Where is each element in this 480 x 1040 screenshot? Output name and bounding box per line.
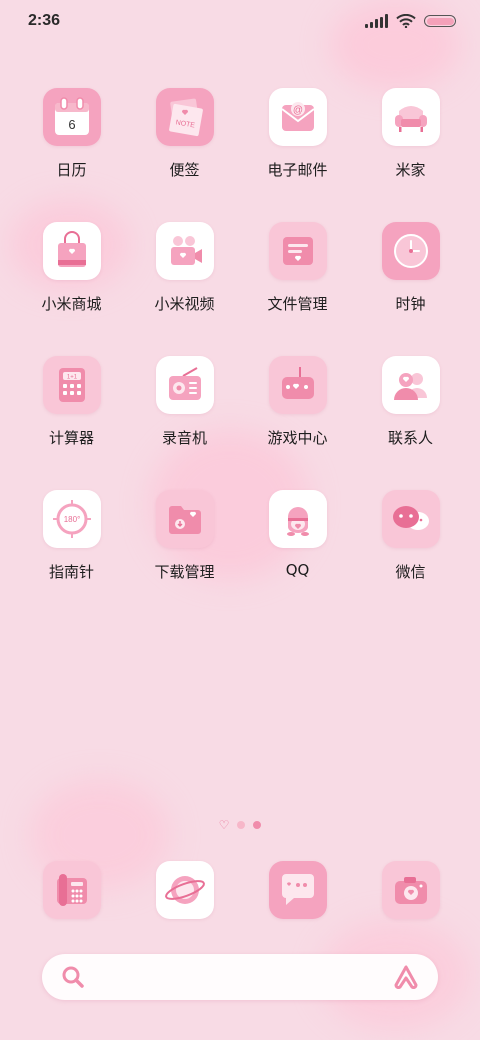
app-label: 录音机 (161, 429, 207, 447)
app-label: 计算器 (48, 429, 94, 447)
status-bar: 2:36 (0, 0, 480, 42)
video-camera-icon (155, 222, 214, 280)
compass-icon: 180° (42, 490, 101, 548)
calendar-day-number: 6 (68, 117, 75, 132)
page-indicator: ♡ (0, 819, 480, 831)
wifi-icon (396, 14, 416, 28)
app-calculator[interactable]: 1+1 计算器 (15, 356, 128, 448)
app-label: 日历 (56, 161, 87, 179)
calendar-icon: 6 (42, 88, 101, 146)
dock-messages[interactable] (241, 861, 354, 919)
clock-icon (381, 222, 440, 280)
status-time: 2:36 (28, 12, 61, 29)
page-dot[interactable] (237, 821, 246, 829)
app-game-center[interactable]: 游戏中心 (241, 356, 354, 448)
app-label: QQ (285, 561, 310, 579)
contacts-icon (381, 356, 440, 414)
app-label: 米家 (395, 161, 426, 179)
assistant-icon[interactable] (392, 964, 420, 990)
notes-icon: NOTE (155, 88, 214, 146)
folder-icon (268, 222, 327, 280)
app-recorder[interactable]: 录音机 (128, 356, 241, 448)
app-notes[interactable]: NOTE 便签 (128, 88, 241, 180)
phone-icon (42, 861, 101, 919)
app-clock[interactable]: 时钟 (354, 222, 467, 314)
app-file-manager[interactable]: 文件管理 (241, 222, 354, 314)
download-folder-icon (155, 490, 214, 548)
qq-penguin-icon (268, 490, 327, 548)
dock-camera[interactable] (354, 861, 467, 919)
status-icons (365, 14, 456, 28)
browser-planet-icon (155, 861, 214, 919)
search-icon (62, 966, 84, 988)
sofa-icon (381, 88, 440, 146)
search-bar[interactable] (42, 954, 438, 1000)
svg-text:@: @ (292, 105, 302, 116)
app-grid: 6 日历 NOTE 便签 @ 电子邮件 米家 小米商城 小米视频 文件管理 时钟… (0, 88, 480, 582)
dock (0, 861, 480, 919)
page-dot-active[interactable] (253, 821, 262, 829)
heart-page-dot-icon[interactable]: ♡ (219, 819, 230, 831)
camera-icon (381, 861, 440, 919)
app-email[interactable]: @ 电子邮件 (241, 88, 354, 180)
radio-icon (155, 356, 214, 414)
compass-reading: 180° (63, 515, 80, 524)
calculator-display: 1+1 (66, 375, 77, 381)
app-label: 便签 (169, 161, 200, 179)
app-mi-store[interactable]: 小米商城 (15, 222, 128, 314)
app-label: 文件管理 (267, 295, 328, 313)
battery-icon (424, 15, 456, 27)
email-icon: @ (268, 88, 327, 146)
app-label: 下载管理 (154, 563, 215, 581)
app-label: 小米视频 (154, 295, 215, 313)
shopping-bag-icon (42, 222, 101, 280)
app-qq[interactable]: QQ (241, 490, 354, 582)
app-mi-video[interactable]: 小米视频 (128, 222, 241, 314)
calculator-icon: 1+1 (42, 356, 101, 414)
app-compass[interactable]: 180° 指南针 (15, 490, 128, 582)
game-radio-icon (268, 356, 327, 414)
app-mijia[interactable]: 米家 (354, 88, 467, 180)
app-calendar[interactable]: 6 日历 (15, 88, 128, 180)
app-label: 时钟 (395, 295, 426, 313)
signal-icon (365, 14, 388, 28)
dock-phone[interactable] (15, 861, 128, 919)
app-label: 小米商城 (41, 295, 102, 313)
app-label: 微信 (395, 563, 426, 581)
app-downloads[interactable]: 下载管理 (128, 490, 241, 582)
app-label: 电子邮件 (267, 161, 328, 179)
messages-icon (268, 861, 327, 919)
app-label: 指南针 (48, 563, 94, 581)
wechat-icon (381, 490, 440, 548)
app-label: 游戏中心 (267, 429, 328, 447)
app-contacts[interactable]: 联系人 (354, 356, 467, 448)
app-label: 联系人 (387, 429, 433, 447)
dock-browser[interactable] (128, 861, 241, 919)
app-wechat[interactable]: 微信 (354, 490, 467, 582)
